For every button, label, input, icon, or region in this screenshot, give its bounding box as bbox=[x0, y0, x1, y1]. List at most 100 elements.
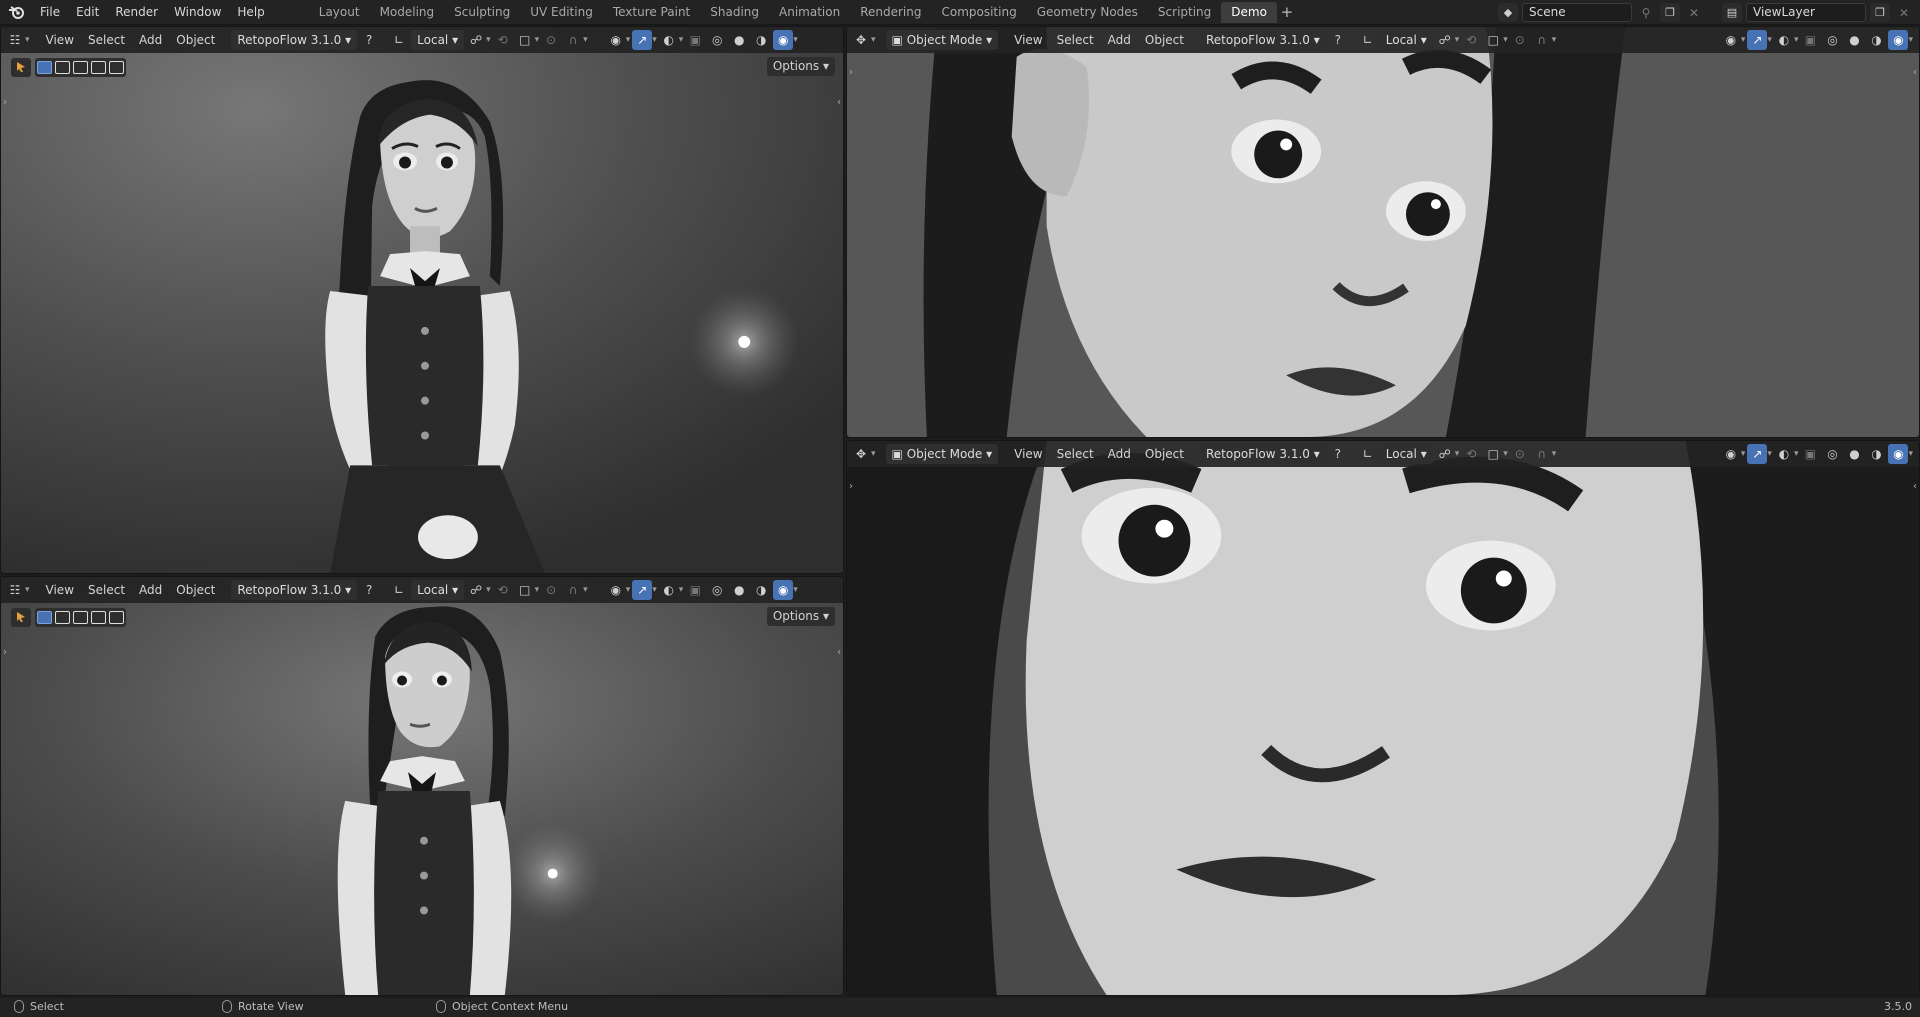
select-menu[interactable]: Select bbox=[1051, 444, 1100, 464]
falloff-icon[interactable]: ∩ bbox=[1532, 444, 1552, 464]
sidebar-expand-icon[interactable]: ‹ bbox=[1913, 67, 1917, 78]
visibility-icon[interactable]: ◉ bbox=[606, 580, 626, 600]
select-mode-extend-icon[interactable] bbox=[55, 610, 70, 624]
transform-orientation-icon[interactable]: ∟ bbox=[389, 580, 409, 600]
select-mode-invert-icon[interactable] bbox=[91, 610, 106, 624]
wireframe-icon[interactable]: ◎ bbox=[707, 30, 727, 50]
pivot-icon[interactable]: ☍ bbox=[1435, 444, 1455, 464]
menu-window[interactable]: Window bbox=[166, 0, 229, 25]
tab-demo[interactable]: Demo bbox=[1221, 1, 1277, 23]
close-view-layer-icon[interactable]: ✕ bbox=[1894, 3, 1914, 23]
overlay-icon[interactable]: ◐ bbox=[659, 580, 679, 600]
tab-texture-paint[interactable]: Texture Paint bbox=[603, 2, 700, 23]
falloff-icon[interactable]: ∩ bbox=[563, 30, 583, 50]
object-menu[interactable]: Object bbox=[170, 580, 221, 600]
cursor-tool-icon[interactable] bbox=[11, 57, 31, 77]
select-mode-subtract-icon[interactable] bbox=[73, 60, 88, 74]
pin-icon[interactable]: ⚲ bbox=[1636, 3, 1656, 23]
snap-target-icon[interactable]: □ bbox=[1483, 444, 1503, 464]
viewport-bottom-right[interactable]: ✥ ▾ ▣ Object Mode ▾ View Select Add Objec… bbox=[846, 440, 1920, 996]
tab-compositing[interactable]: Compositing bbox=[931, 2, 1026, 23]
select-menu[interactable]: Select bbox=[82, 30, 131, 50]
transform-orientation-icon[interactable]: ∟ bbox=[1358, 444, 1378, 464]
view-menu[interactable]: View bbox=[1008, 444, 1048, 464]
rendered-icon[interactable]: ◉ bbox=[773, 30, 794, 50]
orientation-dropdown[interactable]: Local ▾ bbox=[1379, 30, 1433, 50]
viewport-bottom-left[interactable]: ☷ ▾ View Select Add Object RetopoFlow 3.1… bbox=[0, 576, 844, 996]
rendered-icon[interactable]: ◉ bbox=[1888, 30, 1909, 50]
editor-type-icon[interactable]: ✥ bbox=[851, 444, 871, 464]
orientation-dropdown[interactable]: Local ▾ bbox=[411, 30, 465, 50]
tab-animation[interactable]: Animation bbox=[769, 2, 850, 23]
transform-orientation-icon[interactable]: ∟ bbox=[389, 30, 409, 50]
snap-icon[interactable]: ⟲ bbox=[1461, 444, 1481, 464]
orientation-dropdown[interactable]: Local ▾ bbox=[1379, 444, 1433, 464]
cursor-tool-icon[interactable] bbox=[11, 607, 31, 627]
menu-edit[interactable]: Edit bbox=[68, 0, 107, 25]
view-layer-field[interactable]: ViewLayer bbox=[1746, 3, 1866, 22]
select-mode-intersect-icon[interactable] bbox=[109, 60, 124, 74]
tab-uv-editing[interactable]: UV Editing bbox=[520, 2, 603, 23]
falloff-icon[interactable]: ∩ bbox=[563, 580, 583, 600]
help-icon[interactable]: ? bbox=[1328, 30, 1348, 50]
scene-icon[interactable]: ◆ bbox=[1498, 3, 1518, 22]
select-mode-invert-icon[interactable] bbox=[91, 60, 106, 74]
material-icon[interactable]: ◑ bbox=[751, 30, 771, 50]
select-menu[interactable]: Select bbox=[1051, 30, 1100, 50]
overlay-icon[interactable]: ◐ bbox=[1774, 30, 1794, 50]
material-icon[interactable]: ◑ bbox=[1866, 30, 1886, 50]
toolbar-expand-icon[interactable]: › bbox=[849, 67, 853, 78]
tab-layout[interactable]: Layout bbox=[309, 2, 370, 23]
options-dropdown[interactable]: Options ▾ bbox=[766, 607, 835, 626]
add-menu[interactable]: Add bbox=[133, 580, 168, 600]
wireframe-icon[interactable]: ◎ bbox=[707, 580, 727, 600]
add-menu[interactable]: Add bbox=[1102, 444, 1137, 464]
object-menu[interactable]: Object bbox=[170, 30, 221, 50]
xray-icon[interactable]: ▣ bbox=[685, 30, 705, 50]
tab-modeling[interactable]: Modeling bbox=[370, 2, 445, 23]
editor-type-icon[interactable]: ☷ bbox=[5, 30, 25, 50]
pivot-icon[interactable]: ☍ bbox=[466, 30, 486, 50]
viewport-top-right[interactable]: ✥ ▾ ▣ Object Mode ▾ View Select Add Objec… bbox=[846, 26, 1920, 438]
view-menu[interactable]: View bbox=[40, 30, 80, 50]
transform-orientation-icon[interactable]: ∟ bbox=[1358, 30, 1378, 50]
snap-target-icon[interactable]: □ bbox=[515, 30, 535, 50]
view-menu[interactable]: View bbox=[40, 580, 80, 600]
overlay-icon[interactable]: ◐ bbox=[659, 30, 679, 50]
overlay-icon[interactable]: ◐ bbox=[1774, 444, 1794, 464]
snap-icon[interactable]: ⟲ bbox=[493, 30, 513, 50]
sidebar-expand-icon[interactable]: ‹ bbox=[837, 97, 841, 108]
viewport-top-left[interactable]: ☷ ▾ View Select Add Object RetopoFlow 3.1… bbox=[0, 26, 844, 574]
close-scene-icon[interactable]: ✕ bbox=[1684, 3, 1704, 23]
blender-logo-icon[interactable] bbox=[0, 0, 32, 25]
mode-dropdown[interactable]: ▣ Object Mode ▾ bbox=[885, 444, 999, 464]
gizmo-icon[interactable]: ↗ bbox=[1747, 30, 1768, 50]
help-icon[interactable]: ? bbox=[359, 580, 379, 600]
select-mode-set-icon[interactable] bbox=[37, 60, 52, 74]
help-icon[interactable]: ? bbox=[359, 30, 379, 50]
material-icon[interactable]: ◑ bbox=[1866, 444, 1886, 464]
proportional-icon[interactable]: ⊙ bbox=[541, 30, 561, 50]
select-mode-subtract-icon[interactable] bbox=[73, 610, 88, 624]
retopoflow-dropdown[interactable]: RetopoFlow 3.1.0 ▾ bbox=[1199, 30, 1326, 50]
gizmo-icon[interactable]: ↗ bbox=[632, 580, 653, 600]
retopoflow-dropdown[interactable]: RetopoFlow 3.1.0 ▾ bbox=[1199, 444, 1326, 464]
solid-icon[interactable]: ● bbox=[729, 30, 749, 50]
falloff-icon[interactable]: ∩ bbox=[1532, 30, 1552, 50]
xray-icon[interactable]: ▣ bbox=[685, 580, 705, 600]
retopoflow-dropdown[interactable]: RetopoFlow 3.1.0 ▾ bbox=[231, 580, 358, 600]
xray-icon[interactable]: ▣ bbox=[1800, 30, 1820, 50]
view-layer-icon[interactable]: ▤ bbox=[1722, 3, 1742, 22]
gizmo-icon[interactable]: ↗ bbox=[1747, 444, 1768, 464]
visibility-icon[interactable]: ◉ bbox=[1721, 444, 1741, 464]
sidebar-expand-icon[interactable]: ‹ bbox=[837, 647, 841, 658]
rendered-icon[interactable]: ◉ bbox=[773, 580, 794, 600]
pivot-icon[interactable]: ☍ bbox=[1435, 30, 1455, 50]
pivot-icon[interactable]: ☍ bbox=[466, 580, 486, 600]
scene-name-field[interactable]: Scene bbox=[1522, 3, 1632, 22]
wireframe-icon[interactable]: ◎ bbox=[1822, 444, 1842, 464]
tab-geometry-nodes[interactable]: Geometry Nodes bbox=[1027, 2, 1148, 23]
menu-help[interactable]: Help bbox=[229, 0, 272, 25]
add-menu[interactable]: Add bbox=[1102, 30, 1137, 50]
editor-type-icon[interactable]: ☷ bbox=[5, 580, 25, 600]
